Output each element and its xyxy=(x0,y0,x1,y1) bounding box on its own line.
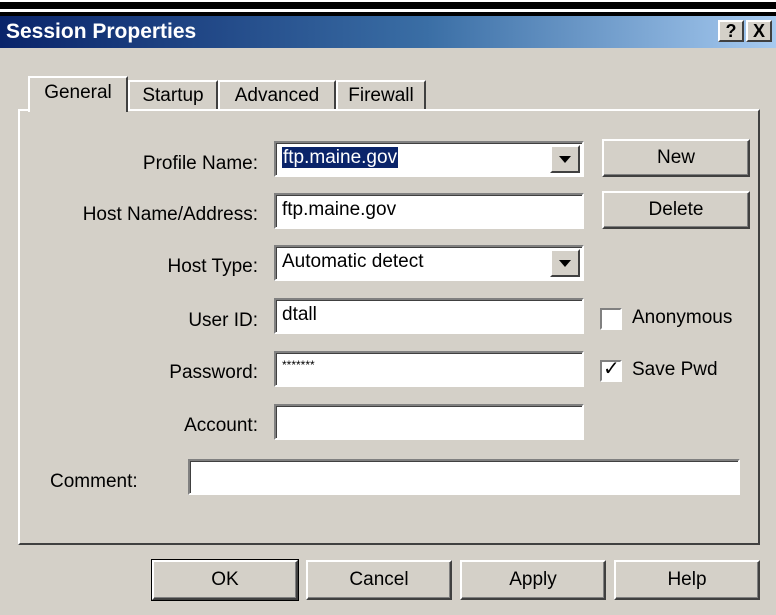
host-type-label: Host Type: xyxy=(167,256,258,277)
new-button[interactable]: New xyxy=(602,139,750,177)
checkmark-icon: ✓ xyxy=(603,358,620,380)
cancel-button[interactable]: Cancel xyxy=(306,560,452,600)
user-id-input[interactable]: dtall xyxy=(274,298,584,334)
border-line xyxy=(0,2,776,9)
chevron-down-icon xyxy=(559,156,571,163)
ok-button[interactable]: OK xyxy=(151,559,299,601)
profile-name-label: Profile Name: xyxy=(142,153,258,174)
close-title-button[interactable]: X xyxy=(746,20,772,42)
tab-firewall[interactable]: Firewall xyxy=(336,80,426,110)
tab-advanced[interactable]: Advanced xyxy=(218,80,336,110)
top-border xyxy=(0,0,776,16)
password-label: Password: xyxy=(169,362,258,383)
chevron-down-icon xyxy=(559,260,571,267)
host-type-value: Automatic detect xyxy=(282,251,424,272)
comment-input[interactable] xyxy=(188,459,740,495)
general-panel: Profile Name: ftp.maine.gov New Host Nam… xyxy=(18,109,760,545)
anonymous-checkbox[interactable] xyxy=(600,308,622,330)
session-properties-dialog: Session Properties ? X General Startup A… xyxy=(0,16,776,615)
help-button[interactable]: Help xyxy=(614,560,760,600)
help-title-button[interactable]: ? xyxy=(718,20,744,42)
host-name-input[interactable]: ftp.maine.gov xyxy=(274,193,584,229)
save-pwd-checkbox[interactable]: ✓ xyxy=(600,358,622,382)
save-pwd-label[interactable]: Save Pwd xyxy=(632,359,718,381)
anonymous-label[interactable]: Anonymous xyxy=(632,307,732,329)
dialog-title: Session Properties xyxy=(6,20,197,43)
tab-general[interactable]: General xyxy=(28,76,128,112)
user-id-label: User ID: xyxy=(188,310,258,331)
account-input[interactable] xyxy=(274,404,584,440)
password-input[interactable]: ******* xyxy=(274,351,584,387)
comment-label: Comment: xyxy=(50,471,138,492)
host-type-dropdown-button[interactable] xyxy=(550,249,580,277)
apply-button[interactable]: Apply xyxy=(460,560,606,600)
tab-startup[interactable]: Startup xyxy=(128,80,218,110)
profile-name-value: ftp.maine.gov xyxy=(282,147,399,168)
profile-name-combo[interactable]: ftp.maine.gov xyxy=(274,141,584,177)
title-bar[interactable]: Session Properties ? X xyxy=(0,16,776,48)
host-type-select[interactable]: Automatic detect xyxy=(274,245,584,281)
host-name-label: Host Name/Address: xyxy=(82,204,258,225)
profile-dropdown-button[interactable] xyxy=(550,145,580,173)
account-label: Account: xyxy=(184,415,258,436)
delete-button[interactable]: Delete xyxy=(602,191,750,229)
